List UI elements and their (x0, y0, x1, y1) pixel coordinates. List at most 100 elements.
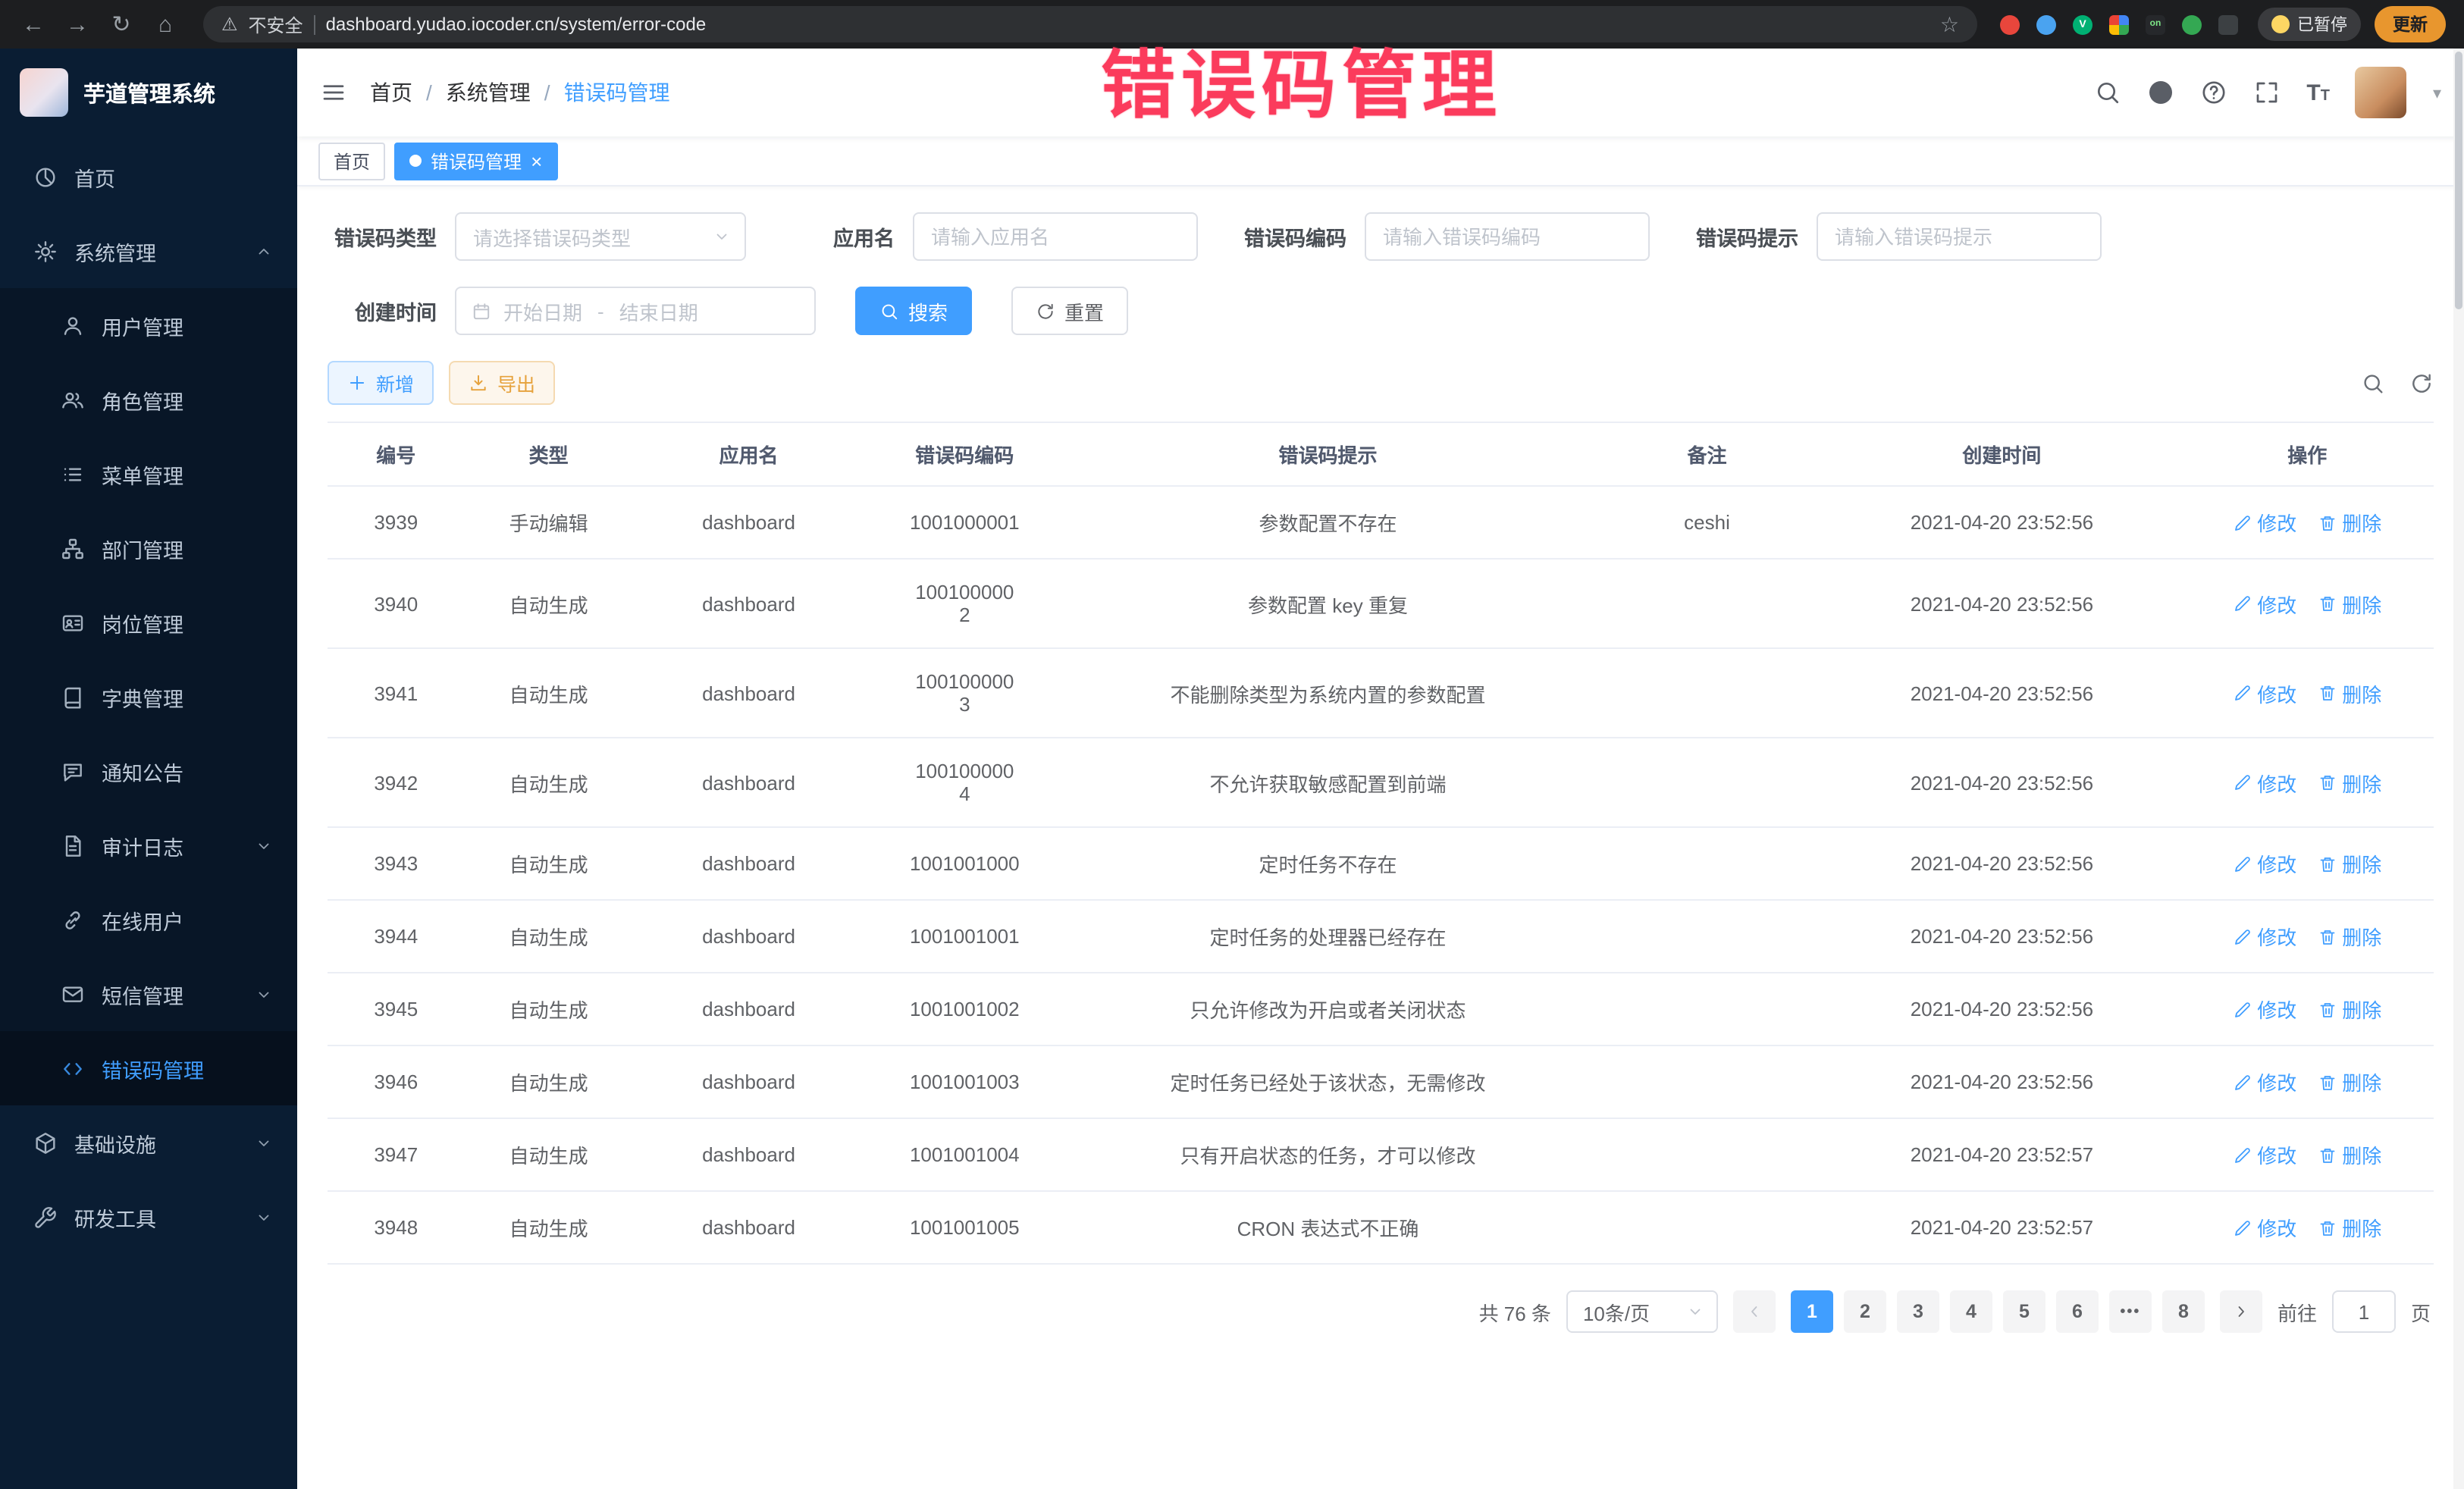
extension-record-icon[interactable] (2000, 14, 2020, 34)
extension-grid-icon[interactable] (2109, 14, 2129, 34)
pager-ellipsis[interactable]: ••• (2109, 1290, 2152, 1333)
edit-button[interactable]: 修改 (2233, 508, 2296, 537)
edit-button[interactable]: 修改 (2233, 768, 2296, 797)
pen-icon (2233, 773, 2251, 792)
edit-button[interactable]: 修改 (2233, 679, 2296, 707)
sidebar-item-infrastructure[interactable]: 基础设施 (0, 1105, 297, 1180)
sidebar-item-dept-management[interactable]: 部门管理 (0, 511, 297, 585)
cell-id: 3946 (328, 1045, 465, 1118)
cell-remark (1591, 1191, 1823, 1264)
tab-home[interactable]: 首页 (318, 142, 385, 180)
error-msg-input[interactable] (1817, 212, 2102, 261)
delete-button-label: 删除 (2342, 922, 2381, 951)
page-button-5[interactable]: 5 (2003, 1290, 2045, 1333)
sidebar-item-dev-tools[interactable]: 研发工具 (0, 1180, 297, 1254)
address-bar[interactable]: ⚠ 不安全 dashboard.yudao.iocoder.cn/system/… (203, 6, 1977, 42)
extension-v-icon[interactable]: V (2073, 14, 2093, 34)
extension-puzzle-icon[interactable] (2218, 14, 2238, 34)
browser-home-icon[interactable]: ⌂ (150, 11, 180, 37)
font-size-icon[interactable]: TT (2306, 81, 2330, 104)
sidebar-item-user-management[interactable]: 用户管理 (0, 288, 297, 362)
logo[interactable]: 芋道管理系统 (0, 49, 297, 136)
scrollbar[interactable] (2453, 49, 2464, 1489)
sidebar-item-system-management[interactable]: 系统管理 (0, 214, 297, 288)
edit-button[interactable]: 修改 (2233, 1140, 2296, 1169)
user-avatar[interactable] (2356, 67, 2407, 118)
fullscreen-icon[interactable] (2253, 79, 2281, 106)
page-button-2[interactable]: 2 (1844, 1290, 1886, 1333)
delete-button[interactable]: 删除 (2318, 589, 2381, 618)
refresh-icon[interactable] (2409, 371, 2434, 395)
sidebar-item-menu-management[interactable]: 菜单管理 (0, 437, 297, 511)
table-row: 3943自动生成dashboard1001001000定时任务不存在2021-0… (328, 827, 2434, 900)
page-button-1[interactable]: 1 (1791, 1290, 1833, 1333)
reset-button[interactable]: 重置 (1011, 287, 1128, 335)
forward-icon[interactable]: → (62, 11, 92, 37)
extension-on-icon[interactable]: on (2146, 14, 2165, 34)
delete-button[interactable]: 删除 (2318, 849, 2381, 878)
sidebar-item-sms-management[interactable]: 短信管理 (0, 957, 297, 1031)
create-time-range[interactable]: 开始日期 - 结束日期 (455, 287, 816, 335)
page-size-select[interactable]: 10条/页 (1566, 1290, 1718, 1333)
github-icon[interactable] (2147, 79, 2174, 106)
delete-button[interactable]: 删除 (2318, 1067, 2381, 1096)
error-type-select[interactable]: 请选择错误码类型 (455, 212, 746, 261)
prev-page-button[interactable] (1733, 1290, 1776, 1333)
edit-button[interactable]: 修改 (2233, 849, 2296, 878)
page-button-3[interactable]: 3 (1897, 1290, 1939, 1333)
sidebar-item-home[interactable]: 首页 (0, 139, 297, 214)
page-button-8[interactable]: 8 (2162, 1290, 2205, 1333)
delete-button[interactable]: 删除 (2318, 1140, 2381, 1169)
paused-badge[interactable]: 已暂停 (2258, 8, 2361, 41)
edit-button[interactable]: 修改 (2233, 589, 2296, 618)
search-button[interactable]: 搜索 (855, 287, 972, 335)
next-page-button[interactable] (2220, 1290, 2262, 1333)
chevron-down-icon (1686, 1302, 1704, 1321)
toggle-search-icon[interactable] (2361, 371, 2385, 395)
plus-icon (347, 373, 367, 393)
hamburger-icon[interactable] (320, 79, 347, 106)
sidebar-item-post-management[interactable]: 岗位管理 (0, 585, 297, 660)
export-button[interactable]: 导出 (449, 361, 555, 405)
help-icon[interactable] (2200, 79, 2227, 106)
sidebar-item-error-code-management[interactable]: 错误码管理 (0, 1031, 297, 1105)
tab-error-code[interactable]: 错误码管理× (394, 142, 557, 180)
edit-button[interactable]: 修改 (2233, 1067, 2296, 1096)
sidebar-item-audit-log[interactable]: 审计日志 (0, 808, 297, 882)
not-secure-label[interactable]: 不安全 (249, 11, 303, 37)
tab-close-icon[interactable]: × (531, 151, 542, 171)
delete-button[interactable]: 删除 (2318, 1213, 2381, 1242)
bookmark-star-icon[interactable]: ☆ (1940, 11, 1959, 37)
back-icon[interactable]: ← (18, 11, 49, 37)
extension-green-icon[interactable] (2182, 14, 2202, 34)
delete-button[interactable]: 删除 (2318, 768, 2381, 797)
add-button[interactable]: 新增 (328, 361, 434, 405)
update-button[interactable]: 更新 (2375, 6, 2446, 42)
search-icon[interactable] (2094, 79, 2121, 106)
cell-time: 2021-04-20 23:52:56 (1823, 559, 2180, 648)
breadcrumb-separator: / (426, 80, 432, 105)
delete-button[interactable]: 删除 (2318, 995, 2381, 1023)
reload-icon[interactable]: ↻ (106, 11, 136, 38)
edit-button[interactable]: 修改 (2233, 922, 2296, 951)
scrollbar-thumb[interactable] (2455, 52, 2462, 309)
sidebar-item-online-users[interactable]: 在线用户 (0, 882, 297, 957)
chevron-down-icon[interactable]: ▾ (2433, 83, 2441, 102)
page-button-6[interactable]: 6 (2056, 1290, 2099, 1333)
page-button-4[interactable]: 4 (1950, 1290, 1992, 1333)
edit-button[interactable]: 修改 (2233, 995, 2296, 1023)
sidebar-item-dict-management[interactable]: 字典管理 (0, 660, 297, 734)
edit-button[interactable]: 修改 (2233, 1213, 2296, 1242)
error-code-input[interactable] (1365, 212, 1650, 261)
app-name-input[interactable] (913, 212, 1198, 261)
delete-button[interactable]: 删除 (2318, 679, 2381, 707)
sidebar-item-role-management[interactable]: 角色管理 (0, 362, 297, 437)
extension-blue-icon[interactable] (2036, 14, 2056, 34)
delete-button[interactable]: 删除 (2318, 922, 2381, 951)
breadcrumb-item-1[interactable]: 系统管理 (446, 77, 531, 108)
goto-page-input[interactable] (2332, 1290, 2396, 1333)
delete-button[interactable]: 删除 (2318, 508, 2381, 537)
breadcrumb-item-0[interactable]: 首页 (370, 77, 412, 108)
sidebar-item-notice[interactable]: 通知公告 (0, 734, 297, 808)
breadcrumb-item-2[interactable]: 错误码管理 (564, 77, 670, 108)
